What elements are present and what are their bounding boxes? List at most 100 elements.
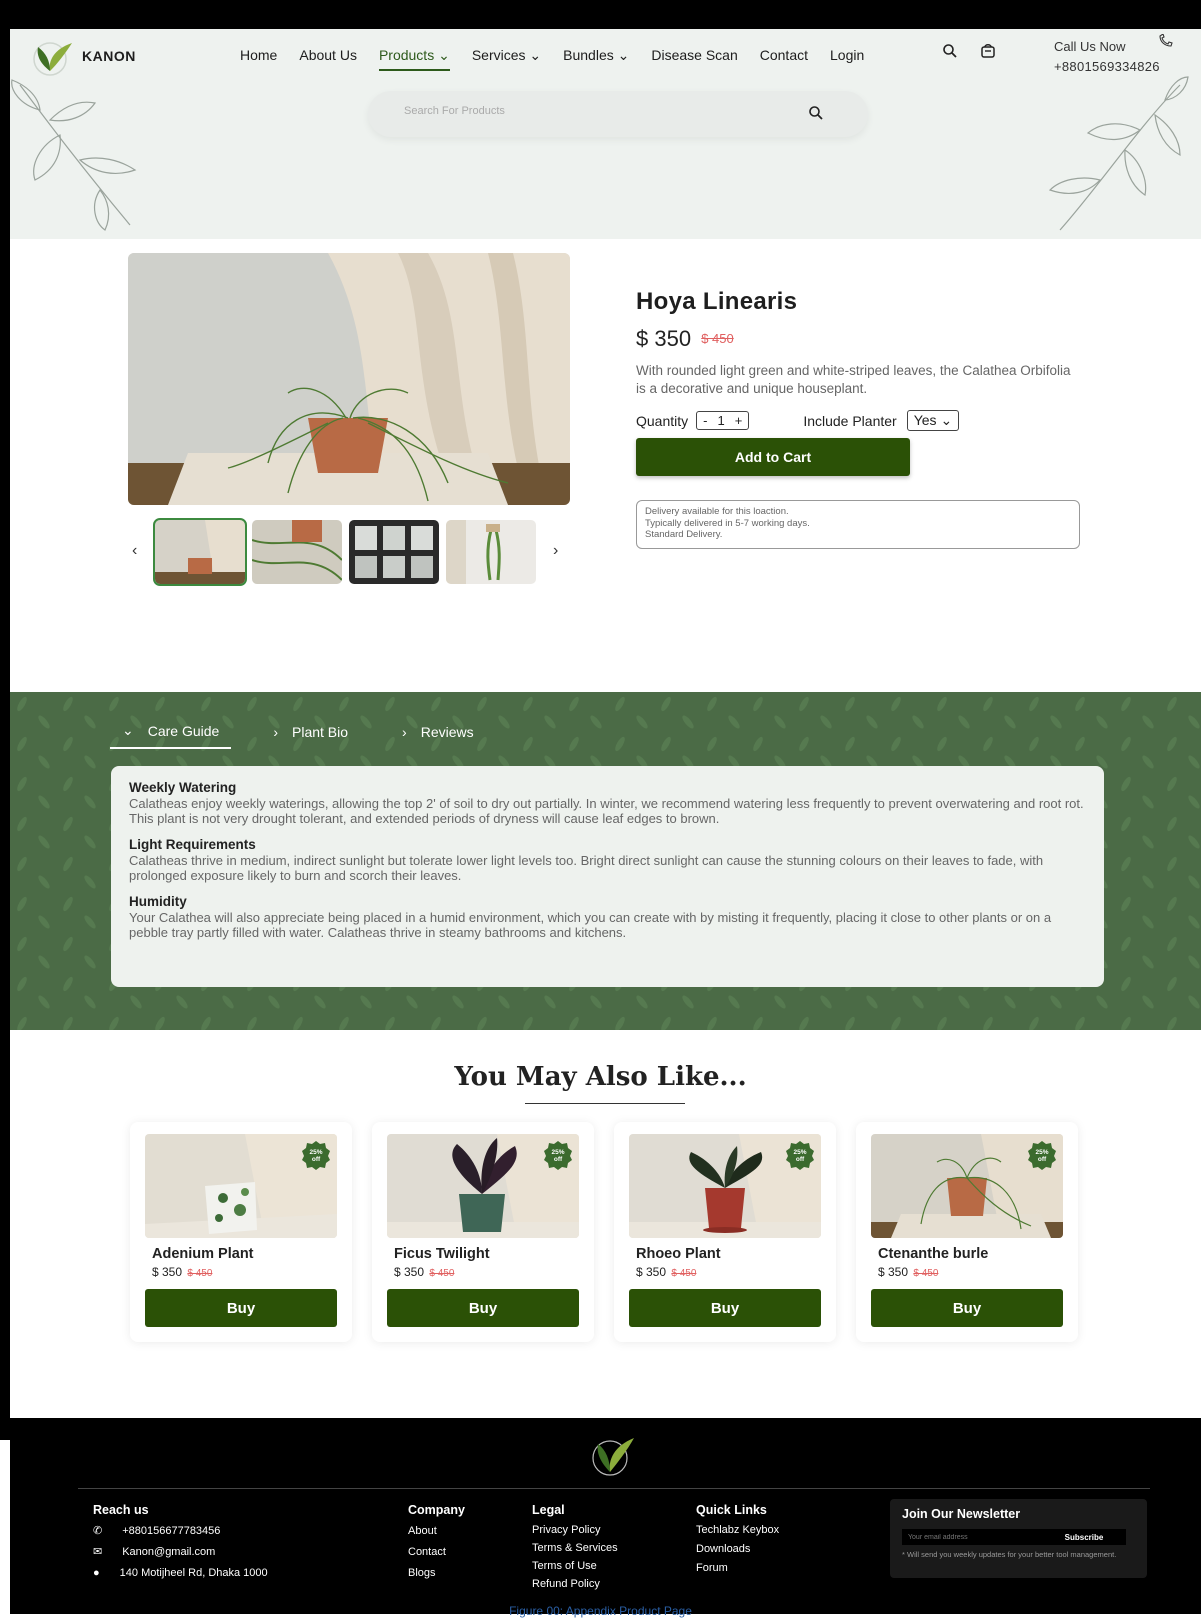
planter-select-value: Yes — [913, 412, 937, 428]
footer-link[interactable]: Blogs — [408, 1563, 465, 1584]
planter-select[interactable]: Yes ⌄ — [906, 410, 960, 431]
footer-link[interactable]: Refund Policy — [532, 1575, 618, 1593]
phone-icon: ✆ — [93, 1525, 103, 1537]
footer-link[interactable]: Contact — [408, 1542, 465, 1563]
footer-phone[interactable]: ✆ +880156677783456 — [93, 1521, 268, 1542]
nav-products-label: Products — [378, 47, 435, 63]
thumbnail-1[interactable] — [153, 518, 247, 586]
kanon-logo[interactable] — [30, 37, 74, 77]
search-icon[interactable] — [808, 105, 824, 121]
care-heading: Light Requirements — [129, 837, 256, 852]
add-to-cart-button[interactable]: Add to Cart — [636, 438, 910, 476]
discount-badge: 25%off — [786, 1141, 814, 1170]
quantity-value[interactable]: 1 — [717, 413, 724, 428]
product-card-price: $ 350 $ 450 — [878, 1265, 938, 1279]
nav-about-us[interactable]: About Us — [299, 47, 357, 71]
search-icon[interactable] — [942, 43, 958, 59]
nav-login[interactable]: Login — [830, 47, 864, 71]
badge-off: off — [1038, 1156, 1047, 1163]
search-input[interactable] — [404, 105, 784, 117]
newsletter-title: Join Our Newsletter — [902, 1507, 1021, 1521]
tab-plant-bio[interactable]: › Plant Bio — [261, 722, 360, 749]
decorative-branch-right-icon — [1048, 76, 1189, 231]
buy-button[interactable]: Buy — [871, 1289, 1063, 1327]
nav-services[interactable]: Services ⌄ — [472, 47, 541, 71]
badge-off: off — [554, 1156, 563, 1163]
figure-caption: Figure 00: Appendix Product Page — [509, 1604, 692, 1618]
thumbnail-4[interactable] — [446, 520, 536, 584]
current-price: $ 350 — [394, 1265, 425, 1279]
product-card-name: Ctenanthe burle — [878, 1246, 989, 1262]
product-card[interactable]: 25% off Ficus Twilight $ 350 $ 450 Buy — [372, 1122, 594, 1342]
window-top-border — [0, 0, 1201, 29]
badge-off: off — [312, 1156, 321, 1163]
tab-label: Care Guide — [147, 722, 220, 739]
location-pin-icon: ● — [93, 1567, 100, 1579]
thumbnail-3[interactable] — [349, 520, 439, 584]
quantity-increment[interactable]: + — [735, 413, 743, 428]
shopping-bag-icon[interactable] — [980, 43, 996, 59]
brand-name[interactable]: KANON — [82, 48, 136, 64]
newsletter-email-field[interactable] — [902, 1529, 1042, 1545]
phone-icon — [1159, 34, 1173, 47]
product-card[interactable]: 25% off Ctenanthe burle $ 350 $ 450 Buy — [856, 1122, 1078, 1342]
discount-badge: 25%off — [1028, 1141, 1056, 1170]
newsletter-note: * Will send you weekly updates for your … — [902, 1550, 1117, 1559]
nav-contact[interactable]: Contact — [760, 47, 808, 71]
nav-disease-scan[interactable]: Disease Scan — [651, 47, 737, 71]
product-card[interactable]: 25% off Rhoeo Plant $ 350 $ 450 Buy — [614, 1122, 836, 1342]
tab-care-guide[interactable]: ⌄ Care Guide — [110, 722, 232, 749]
footer-link[interactable]: Downloads — [696, 1540, 779, 1559]
footer-link[interactable]: Techlabz Keybox — [696, 1521, 779, 1540]
product-card-name: Rhoeo Plant — [636, 1246, 721, 1262]
nav-services-label: Services — [471, 47, 526, 63]
badge-percent: 25% — [793, 1149, 806, 1156]
nav-products[interactable]: Products ⌄ — [378, 47, 450, 71]
footer-link[interactable]: About — [408, 1521, 465, 1542]
buy-button[interactable]: Buy — [629, 1289, 821, 1327]
related-title: You May Also Like... — [454, 1062, 747, 1092]
decorative-branch-left-icon — [11, 79, 137, 231]
thumb-next-arrow[interactable]: › — [553, 542, 558, 560]
footer-logo[interactable] — [588, 1432, 636, 1478]
product-description: With rounded light green and white-strip… — [636, 363, 1071, 396]
quantity-decrement[interactable]: - — [703, 413, 707, 428]
footer-address: ● 140 Motijheel Rd, Dhaka 1000 — [93, 1563, 268, 1584]
footer-link[interactable]: Forum — [696, 1559, 779, 1578]
old-price: $ 450 — [187, 1268, 213, 1279]
delivery-line: Standard Delivery. — [645, 529, 723, 540]
tab-reviews[interactable]: › Reviews — [390, 722, 486, 749]
footer-link[interactable]: Terms of Use — [532, 1557, 618, 1575]
footer-link[interactable]: Privacy Policy — [532, 1521, 618, 1539]
old-price: $ 450 — [701, 331, 734, 346]
thumb-prev-arrow[interactable]: ‹ — [132, 542, 137, 560]
related-title-underline — [525, 1103, 685, 1104]
discount-badge: 25%off — [544, 1141, 572, 1170]
footer-email-text: Kanon@gmail.com — [122, 1546, 216, 1558]
footer-quick-links: Quick Links Techlabz Keybox Downloads Fo… — [696, 1500, 779, 1578]
nav-bundles-label: Bundles — [563, 47, 614, 63]
subscribe-button[interactable]: Subscribe — [1042, 1529, 1126, 1545]
nav-bundles[interactable]: Bundles ⌄ — [563, 47, 629, 71]
footer-heading: Legal — [532, 1503, 565, 1517]
footer-link[interactable]: Terms & Services — [532, 1539, 618, 1557]
footer-heading: Company — [408, 1503, 465, 1517]
badge-off: off — [796, 1156, 805, 1163]
call-us[interactable]: Call Us Now +8801569334826 — [1054, 37, 1160, 77]
chevron-down-icon: ⌄ — [438, 47, 450, 63]
search-bar — [368, 91, 868, 137]
care-text: Calatheas enjoy weekly waterings, allowi… — [129, 796, 1084, 826]
nav-home[interactable]: Home — [240, 47, 277, 71]
old-price: $ 450 — [913, 1268, 939, 1279]
buy-button[interactable]: Buy — [387, 1289, 579, 1327]
product-card[interactable]: 25% off Adenium Plant $ 350 $ 450 Buy — [130, 1122, 352, 1342]
nav-links: Home About Us Products ⌄ Services ⌄ Bund… — [240, 47, 864, 71]
footer-email[interactable]: ✉ Kanon@gmail.com — [93, 1542, 268, 1563]
product-main-image — [128, 253, 570, 505]
care-guide-content: Weekly Watering Calatheas enjoy weekly w… — [111, 766, 1104, 987]
buy-button[interactable]: Buy — [145, 1289, 337, 1327]
current-price: $ 350 — [152, 1265, 183, 1279]
product-price: $ 350 $ 450 — [636, 326, 1076, 352]
thumbnail-2[interactable] — [252, 520, 342, 584]
care-guide-section: ⌄ Care Guide › Plant Bio › Reviews Weekly W… — [10, 692, 1201, 1030]
